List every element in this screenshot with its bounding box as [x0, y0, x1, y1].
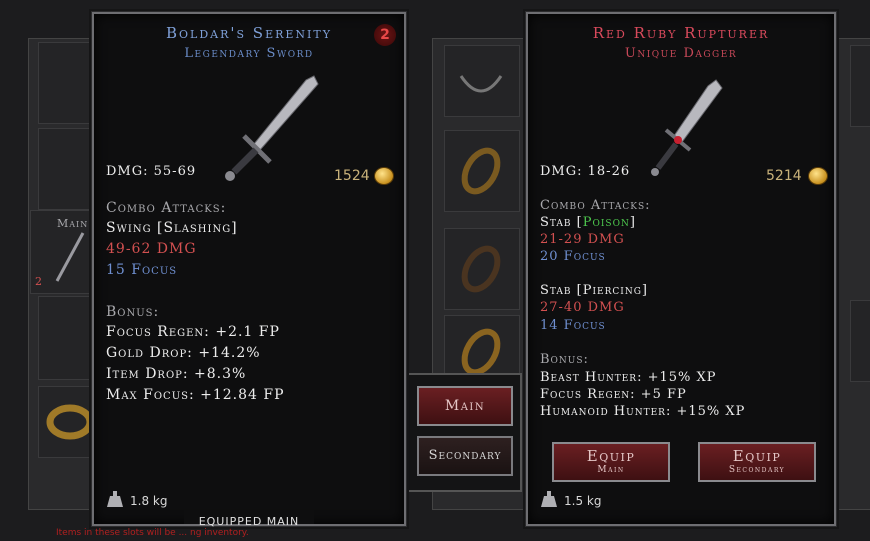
- attack-1-damage: 21-29 DMG: [540, 232, 625, 247]
- ring-slot-2[interactable]: [444, 228, 520, 310]
- bonus-line: Gold Drop: +14.2%: [106, 345, 261, 361]
- ring-slot[interactable]: [38, 386, 100, 458]
- item-type: Legendary Sword: [184, 46, 314, 61]
- item-damage: DMG: 55-69: [106, 164, 197, 179]
- combo-attacks-header: Combo Attacks:: [540, 198, 651, 213]
- ring-icon: [461, 147, 501, 195]
- attack-2-name: Stab [Piercing]: [540, 283, 648, 298]
- bonus-line: Focus Regen: +5 FP: [540, 387, 687, 402]
- item-weight: 1.8 kg: [130, 494, 168, 508]
- necklace-icon: [459, 75, 503, 93]
- item-price: 5214: [766, 168, 802, 184]
- secondary-button[interactable]: Secondary: [417, 436, 513, 476]
- attack-1-prefix: Stab [: [540, 215, 583, 230]
- weight-icon: [107, 491, 123, 507]
- item-name: Red Ruby Rupturer: [592, 24, 770, 42]
- bonus-line: Humanoid Hunter: +15% XP: [540, 404, 746, 419]
- combo-attacks-header: Combo Attacks:: [106, 200, 227, 216]
- slot-count-badge: 2: [35, 275, 43, 288]
- item-weight: 1.5 kg: [564, 494, 602, 508]
- footer-hint: Items in these slots will be ... ng inve…: [56, 528, 249, 538]
- weight-icon: [541, 491, 557, 507]
- main-button-label: Main: [444, 398, 486, 414]
- armor-slot-2[interactable]: [38, 128, 96, 210]
- dagger-icon: [651, 79, 723, 176]
- sword-icon: [55, 232, 85, 282]
- bonus-line: Beast Hunter: +15% XP: [540, 370, 717, 385]
- gold-coin-icon: [808, 167, 828, 185]
- bonus-line: Item Drop: +8.3%: [106, 366, 247, 382]
- attack-focus: 15 Focus: [106, 262, 178, 278]
- equip-secondary-label: Equip: [732, 447, 782, 465]
- attack-1-effect: Poison: [582, 215, 630, 230]
- armor-slot-3[interactable]: [38, 296, 96, 380]
- item-tooltip-boldars-serenity: Boldar's Serenity Legendary Sword 2 DMG:…: [91, 11, 407, 528]
- item-level-badge: 2: [374, 24, 396, 46]
- equip-main-button[interactable]: Equip Main: [552, 442, 670, 482]
- item-price: 1524: [334, 168, 370, 184]
- equip-secondary-button[interactable]: Equip Secondary: [698, 442, 816, 482]
- right-slot-2[interactable]: [850, 300, 870, 382]
- sword-icon: [225, 75, 319, 181]
- bonus-header: Bonus:: [106, 304, 160, 320]
- item-damage: DMG: 18-26: [540, 164, 631, 179]
- armor-slot-1[interactable]: [38, 42, 96, 124]
- item-type: Unique Dagger: [624, 46, 738, 61]
- right-slot-1[interactable]: [850, 45, 870, 127]
- necklace-slot[interactable]: [444, 45, 520, 117]
- equip-main-sublabel: Main: [597, 465, 625, 475]
- ring-slot-1[interactable]: [444, 130, 520, 212]
- bonus-header: Bonus:: [540, 352, 589, 367]
- attack-2-focus: 14 Focus: [540, 318, 606, 333]
- secondary-button-label: Secondary: [428, 448, 502, 463]
- gold-coin-icon: [374, 167, 394, 185]
- ring-icon: [46, 404, 94, 440]
- attack-1-focus: 20 Focus: [540, 249, 606, 264]
- attack-name: Swing [Slashing]: [106, 220, 238, 236]
- attack-1-suffix: ]: [629, 215, 636, 230]
- item-name: Boldar's Serenity: [165, 24, 332, 42]
- equipped-main-label: Equipped Main: [184, 510, 314, 528]
- attack-damage: 49-62 DMG: [106, 241, 197, 257]
- weapon-slot-main[interactable]: Main 2: [30, 210, 96, 294]
- item-tooltip-red-ruby-rupturer: Red Ruby Rupturer Unique Dagger DMG: 18-…: [525, 11, 837, 527]
- main-button[interactable]: Main: [417, 386, 513, 426]
- attack-1-name: Stab [Poison]: [540, 215, 636, 230]
- attack-2-damage: 27-40 DMG: [540, 300, 625, 315]
- equip-main-label: Equip: [586, 447, 636, 465]
- bonus-line: Focus Regen: +2.1 FP: [106, 324, 280, 340]
- bonus-line: Max Focus: +12.84 FP: [106, 387, 285, 403]
- ring-icon: [461, 245, 501, 293]
- equipped-main-text: Equipped Main: [198, 515, 300, 528]
- equip-secondary-sublabel: Secondary: [728, 465, 786, 475]
